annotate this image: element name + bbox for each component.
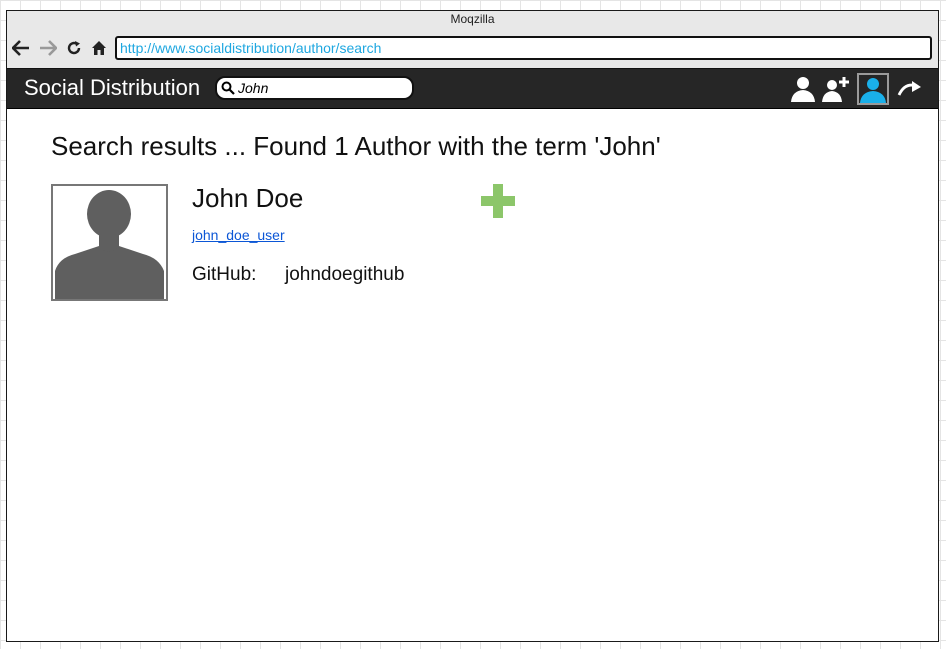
search-icon [221, 81, 235, 95]
results-heading: Search results ... Found 1 Author with t… [51, 131, 661, 161]
window-title: Moqzilla [7, 11, 938, 30]
refresh-icon[interactable] [64, 38, 84, 58]
author-username-link[interactable]: john_doe_user [192, 227, 285, 243]
url-bar[interactable]: http://www.socialdistribution/author/sea… [115, 36, 932, 60]
active-user-icon[interactable] [857, 73, 889, 105]
brand-title[interactable]: Social Distribution [24, 75, 200, 101]
forward-arrow-icon[interactable] [38, 38, 58, 58]
search-input[interactable] [238, 80, 403, 96]
browser-toolbar: http://www.socialdistribution/author/sea… [7, 30, 938, 68]
github-username: johndoegithub [285, 264, 405, 285]
back-arrow-icon[interactable] [11, 38, 31, 58]
home-icon[interactable] [89, 38, 109, 58]
browser-window: Moqzilla http://www.socialdistribution/a… [6, 10, 939, 642]
github-label: GitHub: [192, 264, 257, 285]
profile-icon[interactable] [790, 75, 816, 103]
author-name: John Doe [192, 183, 304, 213]
add-friend-icon[interactable] [822, 75, 850, 103]
add-plus-icon[interactable] [480, 183, 516, 219]
author-avatar[interactable] [51, 184, 168, 301]
search-box[interactable] [215, 76, 414, 100]
logout-icon[interactable] [897, 78, 923, 98]
app-header: Social Distribution [7, 68, 938, 109]
